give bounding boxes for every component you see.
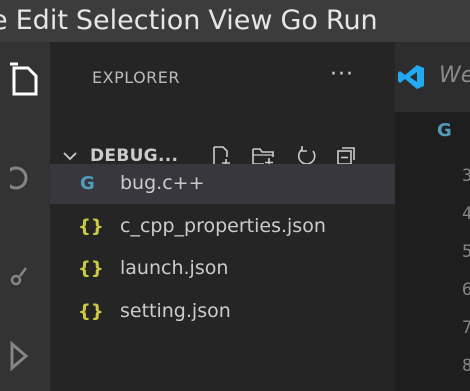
json-file-icon: {} — [78, 301, 104, 322]
json-file-icon: {} — [78, 216, 104, 237]
source-control-icon[interactable] — [0, 262, 50, 296]
explorer-sidebar: EXPLORER ··· DEBUG... G bug.c++ {} c_cpp… — [50, 42, 395, 391]
tab-bar: We — [395, 42, 470, 112]
activity-bar — [0, 42, 50, 391]
editor-area: We G 3 4 5 6 7 8 — [395, 42, 470, 391]
menu-selection[interactable]: Selection — [76, 0, 217, 42]
tab-label: We — [439, 63, 470, 88]
sidebar-title: EXPLORER — [92, 67, 180, 87]
line-number: 5 — [462, 242, 470, 262]
json-file-icon: {} — [78, 258, 104, 279]
line-number: 3 — [462, 166, 470, 186]
breadcrumb: G — [395, 112, 470, 152]
cpp-file-icon: G — [80, 173, 95, 194]
file-name: c_cpp_properties.json — [120, 215, 326, 237]
file-item-c-cpp-properties[interactable]: {} c_cpp_properties.json — [50, 207, 395, 247]
menu-bar: e Edit Selection View Go Run — [0, 0, 470, 42]
file-name: bug.c++ — [120, 172, 205, 194]
vscode-logo-icon — [397, 64, 425, 94]
file-item-bug-cpp[interactable]: G bug.c++ — [50, 164, 395, 204]
run-debug-icon[interactable] — [0, 338, 50, 372]
line-number: 8 — [462, 356, 470, 376]
folder-name: DEBUG... — [90, 146, 179, 166]
search-icon[interactable] — [0, 162, 50, 196]
file-item-setting-json[interactable]: {} setting.json — [50, 292, 395, 332]
line-number: 6 — [462, 280, 470, 300]
file-name: setting.json — [120, 300, 231, 322]
file-item-launch-json[interactable]: {} launch.json — [50, 249, 395, 289]
line-number-gutter: 3 4 5 6 7 8 — [395, 152, 470, 391]
more-actions-button[interactable]: ··· — [330, 62, 354, 87]
cpp-file-icon: G — [437, 120, 452, 141]
menu-edit[interactable]: Edit — [16, 0, 85, 42]
file-name: launch.json — [120, 257, 229, 279]
line-number: 7 — [462, 318, 470, 338]
menu-run[interactable]: Run — [326, 0, 395, 42]
explorer-icon[interactable] — [0, 62, 50, 96]
editor-tab-welcome[interactable]: We — [395, 42, 470, 112]
line-number: 4 — [462, 204, 470, 224]
menu-view[interactable]: View — [208, 0, 289, 42]
